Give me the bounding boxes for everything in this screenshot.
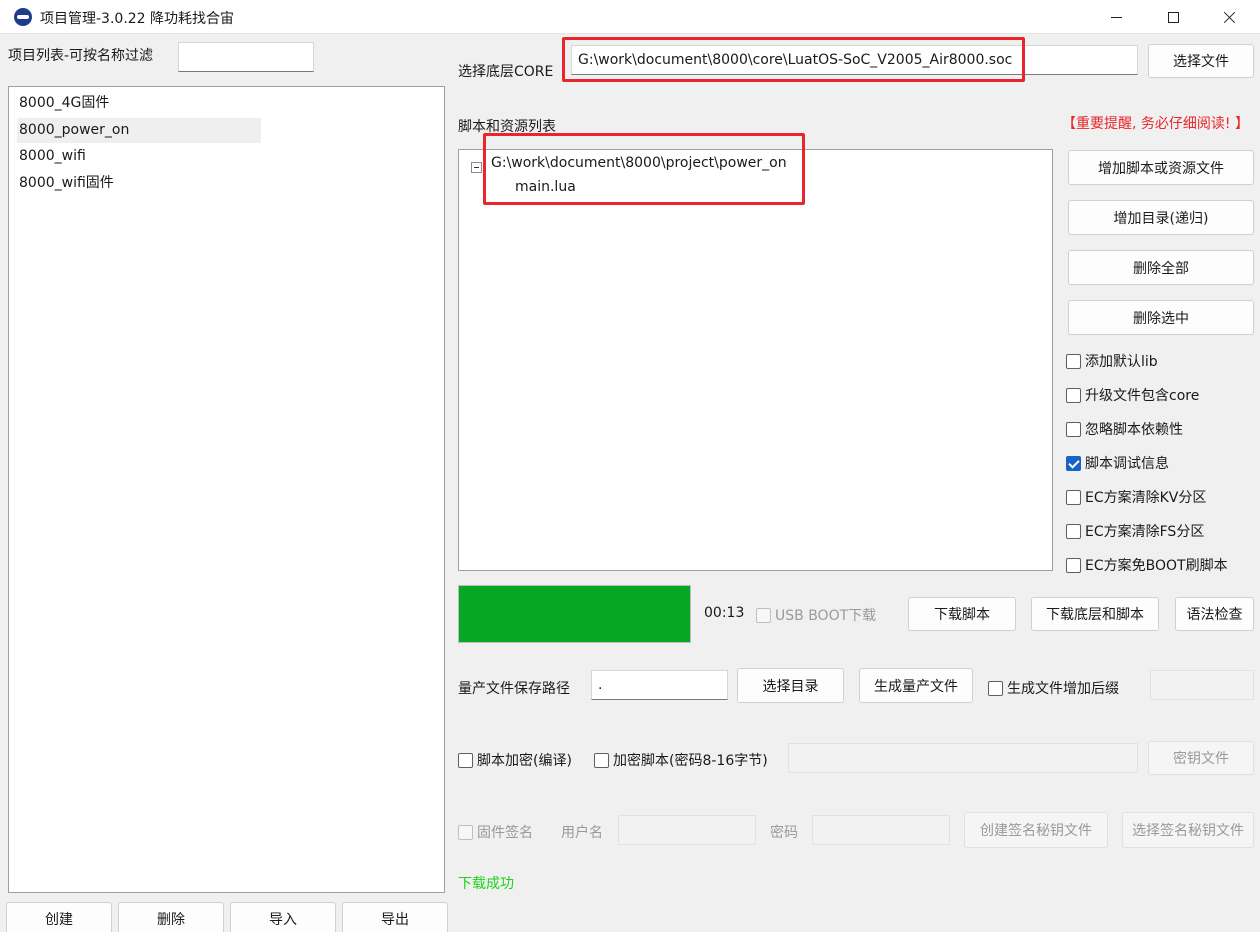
create-sign-key-button[interactable]: 创建签名秘钥文件 <box>964 812 1108 848</box>
generate-mass-production-button[interactable]: 生成量产文件 <box>859 668 973 703</box>
project-list[interactable]: 8000_4G固件 8000_power_on 8000_wifi 8000_wifi… <box>8 86 445 893</box>
username-label: 用户名 <box>561 825 603 841</box>
checkbox-box[interactable] <box>1066 489 1081 505</box>
project-list-item[interactable]: 8000_4G固件 <box>17 91 261 116</box>
option-checkbox[interactable]: 添加默认lib <box>1066 351 1158 371</box>
delete-selected-button[interactable]: 删除选中 <box>1068 300 1254 335</box>
encrypt-password-input[interactable] <box>788 743 1138 773</box>
checkbox-box[interactable] <box>458 824 473 840</box>
checkbox-box[interactable] <box>1066 421 1081 437</box>
option-checkbox[interactable]: EC方案清除KV分区 <box>1066 487 1206 507</box>
mass-production-path-label: 量产文件保存路径 <box>458 681 570 697</box>
tree-file-node[interactable]: main.lua <box>515 179 576 195</box>
select-sign-key-button[interactable]: 选择签名秘钥文件 <box>1122 812 1254 848</box>
checkbox-label: USB BOOT下载 <box>775 608 877 624</box>
key-file-button[interactable]: 密钥文件 <box>1148 741 1254 775</box>
import-project-button[interactable]: 导入 <box>230 902 336 932</box>
mass-production-path-input[interactable] <box>591 670 728 700</box>
checkbox-box[interactable] <box>458 752 473 768</box>
checkbox-box[interactable] <box>1066 557 1081 573</box>
create-project-button[interactable]: 创建 <box>6 902 112 932</box>
checkbox-box[interactable] <box>1066 387 1081 403</box>
suffix-input[interactable] <box>1150 670 1254 700</box>
syntax-check-button[interactable]: 语法检查 <box>1175 597 1254 631</box>
project-list-item[interactable]: 8000_wifi固件 <box>17 171 261 196</box>
script-list-label: 脚本和资源列表 <box>458 119 556 135</box>
project-filter-label: 项目列表-可按名称过滤 <box>8 48 154 64</box>
close-button[interactable] <box>1201 0 1257 34</box>
maximize-button[interactable] <box>1145 0 1201 34</box>
checkbox-label: EC方案清除KV分区 <box>1085 490 1207 506</box>
firmware-sign-checkbox[interactable]: 固件签名 <box>458 822 533 842</box>
checkbox-box[interactable] <box>1066 353 1081 369</box>
checkbox-box[interactable] <box>988 680 1003 696</box>
checkbox-label: 加密脚本(密码8-16字节) <box>613 753 768 769</box>
checkbox-label: 升级文件包含core <box>1085 388 1200 404</box>
core-path-input[interactable] <box>571 45 1138 75</box>
choose-directory-button[interactable]: 选择目录 <box>737 668 844 703</box>
option-checkbox[interactable]: 升级文件包含core <box>1066 385 1199 405</box>
script-tree[interactable]: G:\work\document\8000\project\power_on m… <box>458 149 1053 571</box>
download-core-and-script-button[interactable]: 下载底层和脚本 <box>1031 597 1159 631</box>
elapsed-time: 00:13 <box>704 605 745 621</box>
add-script-file-button[interactable]: 增加脚本或资源文件 <box>1068 150 1254 185</box>
add-directory-button[interactable]: 增加目录(递归) <box>1068 200 1254 235</box>
core-label: 选择底层CORE <box>458 64 554 80</box>
username-input[interactable] <box>618 815 756 845</box>
window-title: 项目管理-3.0.22 降功耗找合宙 <box>40 11 235 27</box>
checkbox-box[interactable] <box>1066 523 1081 539</box>
tree-folder-node[interactable]: G:\work\document\8000\project\power_on <box>491 155 787 171</box>
password-input[interactable] <box>812 815 950 845</box>
important-notice-link[interactable]: 【重要提醒, 务必仔细阅读! 】 <box>1062 113 1249 133</box>
project-list-item[interactable]: 8000_wifi <box>17 144 261 169</box>
checkbox-box[interactable] <box>1066 455 1081 471</box>
choose-core-file-button[interactable]: 选择文件 <box>1148 44 1254 78</box>
checkbox-label: 添加默认lib <box>1085 354 1158 370</box>
password-label: 密码 <box>770 825 798 841</box>
project-list-item[interactable]: 8000_power_on <box>17 117 261 143</box>
status-message: 下载成功 <box>458 876 514 892</box>
checkbox-label: 脚本加密(编译) <box>477 753 572 769</box>
script-compile-encrypt-checkbox[interactable]: 脚本加密(编译) <box>458 750 572 770</box>
checkbox-label: EC方案免BOOT刷脚本 <box>1085 558 1228 574</box>
title-bar: 项目管理-3.0.22 降功耗找合宙 <box>0 0 1260 34</box>
project-filter-input[interactable] <box>178 42 314 72</box>
checkbox-label: 忽略脚本依赖性 <box>1085 422 1183 438</box>
checkbox-box[interactable] <box>594 752 609 768</box>
maximize-icon <box>1167 11 1179 23</box>
checkbox-label: 脚本调试信息 <box>1085 456 1169 472</box>
close-icon <box>1223 11 1236 24</box>
delete-project-button[interactable]: 删除 <box>118 902 224 932</box>
add-suffix-checkbox[interactable]: 生成文件增加后缀 <box>988 678 1119 698</box>
collapse-icon[interactable] <box>471 162 482 173</box>
checkbox-label: 生成文件增加后缀 <box>1007 681 1119 697</box>
download-progress-bar <box>458 585 691 643</box>
encrypt-script-checkbox[interactable]: 加密脚本(密码8-16字节) <box>594 750 768 770</box>
delete-all-button[interactable]: 删除全部 <box>1068 250 1254 285</box>
luatools-icon <box>14 8 32 26</box>
export-project-button[interactable]: 导出 <box>342 902 448 932</box>
option-checkbox[interactable]: EC方案清除FS分区 <box>1066 521 1204 541</box>
option-checkbox[interactable]: 脚本调试信息 <box>1066 453 1169 473</box>
checkbox-label: 固件签名 <box>477 825 533 841</box>
usb-boot-checkbox[interactable]: USB BOOT下载 <box>756 605 876 625</box>
checkbox-box[interactable] <box>756 607 771 623</box>
progress-fill <box>459 586 690 642</box>
download-script-button[interactable]: 下载脚本 <box>908 597 1016 631</box>
option-checkbox[interactable]: 忽略脚本依赖性 <box>1066 419 1183 439</box>
option-checkbox[interactable]: EC方案免BOOT刷脚本 <box>1066 555 1228 575</box>
checkbox-label: EC方案清除FS分区 <box>1085 524 1205 540</box>
minimize-button[interactable] <box>1088 0 1144 34</box>
minimize-icon <box>1110 16 1122 18</box>
